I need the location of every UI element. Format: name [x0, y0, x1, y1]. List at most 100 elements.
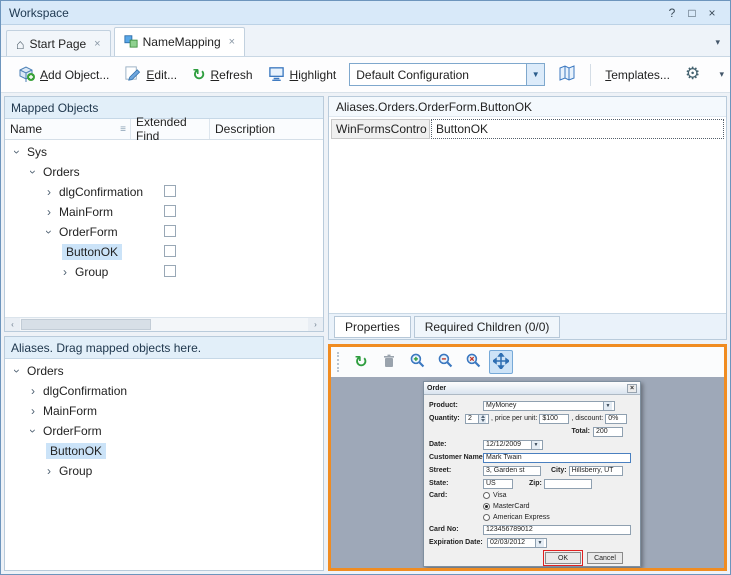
extended-find-checkbox[interactable] — [164, 225, 176, 237]
discount-value: 0% — [608, 415, 618, 422]
tree-node-label[interactable]: Orders — [39, 164, 84, 180]
zoom-in-icon — [409, 352, 426, 372]
toolbar-separator — [590, 64, 591, 86]
add-object-button[interactable]: Add Object... — [11, 60, 115, 89]
preview-refresh-button[interactable]: ↻ — [349, 350, 373, 374]
tree-node-label[interactable]: Group — [71, 264, 112, 280]
extended-find-checkbox[interactable] — [164, 245, 176, 257]
sort-icon: ≡ — [120, 124, 126, 135]
zoom-out-button[interactable] — [433, 350, 457, 374]
tree-row-orderform[interactable]: ›OrderForm — [5, 222, 323, 242]
quantity-row: Quantity: 2 , price per unit: $100 , dis… — [429, 413, 635, 424]
column-header-name[interactable]: Name ≡ — [5, 119, 131, 139]
tree-node-label[interactable]: MainForm — [55, 204, 117, 220]
tree-row-dlgconfirmation[interactable]: ›dlgConfirmation — [5, 182, 323, 202]
tree-row-buttonok[interactable]: ButtonOK — [5, 441, 323, 461]
extended-find-checkbox[interactable] — [164, 205, 176, 217]
street-field: 3, Garden st — [483, 466, 541, 476]
collapse-arrow-icon[interactable]: › — [27, 425, 39, 437]
spinner-arrows-icon — [478, 415, 486, 423]
object-name-input[interactable]: ButtonOK — [431, 119, 724, 139]
city-field: Hillsberry, UT — [569, 466, 623, 476]
tree-row-group[interactable]: ›Group — [5, 461, 323, 481]
tree-node-label[interactable]: ButtonOK — [62, 244, 122, 260]
collapse-arrow-icon[interactable]: › — [27, 166, 39, 178]
settings-button[interactable]: ⚙ — [679, 62, 706, 87]
tab-close-icon[interactable]: × — [229, 36, 235, 48]
tree-node-label[interactable]: Orders — [23, 363, 68, 379]
tree-row-group[interactable]: ›Group — [5, 262, 323, 282]
tree-node-label[interactable]: MainForm — [39, 403, 101, 419]
scroll-right-icon[interactable]: › — [308, 318, 323, 331]
collapse-arrow-icon[interactable]: › — [43, 226, 55, 238]
edit-label: Edit... — [146, 68, 177, 82]
zoom-in-button[interactable] — [405, 350, 429, 374]
horizontal-scrollbar[interactable]: ‹ › — [5, 317, 323, 331]
state-label: State: — [429, 480, 483, 487]
restore-button[interactable]: □ — [682, 4, 702, 22]
tree-node-label[interactable]: Sys — [23, 144, 51, 160]
workspace-window: Workspace ? □ × ⌂ Start Page × NameMappi… — [0, 0, 731, 575]
tree-row-mainform[interactable]: ›MainForm — [5, 401, 323, 421]
edit-button[interactable]: Edit... — [118, 61, 183, 89]
scroll-left-icon[interactable]: ‹ — [5, 318, 20, 331]
tree-row-dlgconfirmation[interactable]: ›dlgConfirmation — [5, 381, 323, 401]
tree-row-orders[interactable]: ›Orders — [5, 361, 323, 381]
configurations-button[interactable] — [552, 60, 582, 89]
tree-node-label[interactable]: dlgConfirmation — [39, 383, 131, 399]
expand-arrow-icon[interactable]: › — [43, 206, 55, 218]
tree-row-orders[interactable]: ›Orders — [5, 162, 323, 182]
date-row: Date: 12/12/2009 ▼ — [429, 439, 635, 450]
cancel-button-preview: Cancel — [587, 552, 623, 564]
collapse-arrow-icon[interactable]: › — [11, 365, 23, 377]
tab-start-page[interactable]: ⌂ Start Page × — [6, 30, 111, 56]
templates-button[interactable]: Templates... — [599, 64, 676, 86]
column-extended-find-label: Extended Find — [136, 115, 209, 143]
tab-overflow-chevron-icon[interactable]: ▾ — [715, 37, 720, 48]
toolbar-overflow-chevron-icon[interactable]: ▾ — [719, 69, 724, 80]
extended-find-checkbox[interactable] — [164, 185, 176, 197]
tree-node-label[interactable]: Group — [55, 463, 96, 479]
refresh-button[interactable]: ↻ Refresh — [186, 63, 258, 87]
extended-find-checkbox[interactable] — [164, 265, 176, 277]
tree-row-mainform[interactable]: ›MainForm — [5, 202, 323, 222]
zoom-off-button[interactable] — [461, 350, 485, 374]
tab-namemapping[interactable]: NameMapping × — [114, 27, 245, 56]
templates-label: Templates... — [605, 68, 670, 82]
preview-delete-button[interactable] — [377, 350, 401, 374]
dropdown-icon: ▼ — [535, 539, 544, 547]
expand-arrow-icon[interactable]: › — [59, 266, 71, 278]
column-header-description[interactable]: Description — [210, 119, 323, 139]
tab-required-children[interactable]: Required Children (0/0) — [414, 316, 561, 338]
column-header-extended-find[interactable]: Extended Find — [131, 119, 210, 139]
expand-arrow-icon[interactable]: › — [43, 186, 55, 198]
dropdown-icon: ▼ — [531, 441, 540, 449]
expand-arrow-icon[interactable]: › — [27, 405, 39, 417]
expand-arrow-icon[interactable]: › — [27, 385, 39, 397]
tree-node-label[interactable]: OrderForm — [39, 423, 106, 439]
combo-dropdown-icon[interactable]: ▼ — [526, 64, 544, 85]
customer-name-field: Mark Twain — [483, 453, 631, 463]
tree-node-label[interactable]: ButtonOK — [46, 443, 106, 459]
fit-to-screen-button[interactable] — [489, 350, 513, 374]
tree-node-label[interactable]: dlgConfirmation — [55, 184, 147, 200]
highlight-button[interactable]: Highlight — [262, 61, 343, 89]
close-button[interactable]: × — [702, 4, 722, 22]
tree-row-sys[interactable]: ›Sys — [5, 142, 323, 162]
scrollbar-thumb[interactable] — [21, 319, 151, 330]
aliases-header: Aliases. Drag mapped objects here. — [5, 337, 323, 359]
configuration-combobox[interactable]: Default Configuration ▼ — [349, 63, 545, 86]
tree-node-label[interactable]: OrderForm — [55, 224, 122, 240]
toolbar-grip[interactable] — [337, 352, 341, 372]
quantity-value: 2 — [468, 415, 472, 422]
tree-row-orderform[interactable]: ›OrderForm — [5, 421, 323, 441]
collapse-arrow-icon[interactable]: › — [11, 146, 23, 158]
tab-properties[interactable]: Properties — [334, 316, 411, 338]
tab-close-icon[interactable]: × — [94, 38, 100, 50]
tree-row-buttonok[interactable]: ButtonOK — [5, 242, 323, 262]
scrollbar-track[interactable] — [20, 318, 308, 331]
expand-arrow-icon[interactable]: › — [43, 465, 55, 477]
order-dialog-body: Product: MyMoney ▼ Quantity: 2 — [424, 395, 640, 564]
preview-image-area[interactable]: Order × Product: MyMoney ▼ — [331, 377, 724, 568]
help-button[interactable]: ? — [662, 4, 682, 22]
